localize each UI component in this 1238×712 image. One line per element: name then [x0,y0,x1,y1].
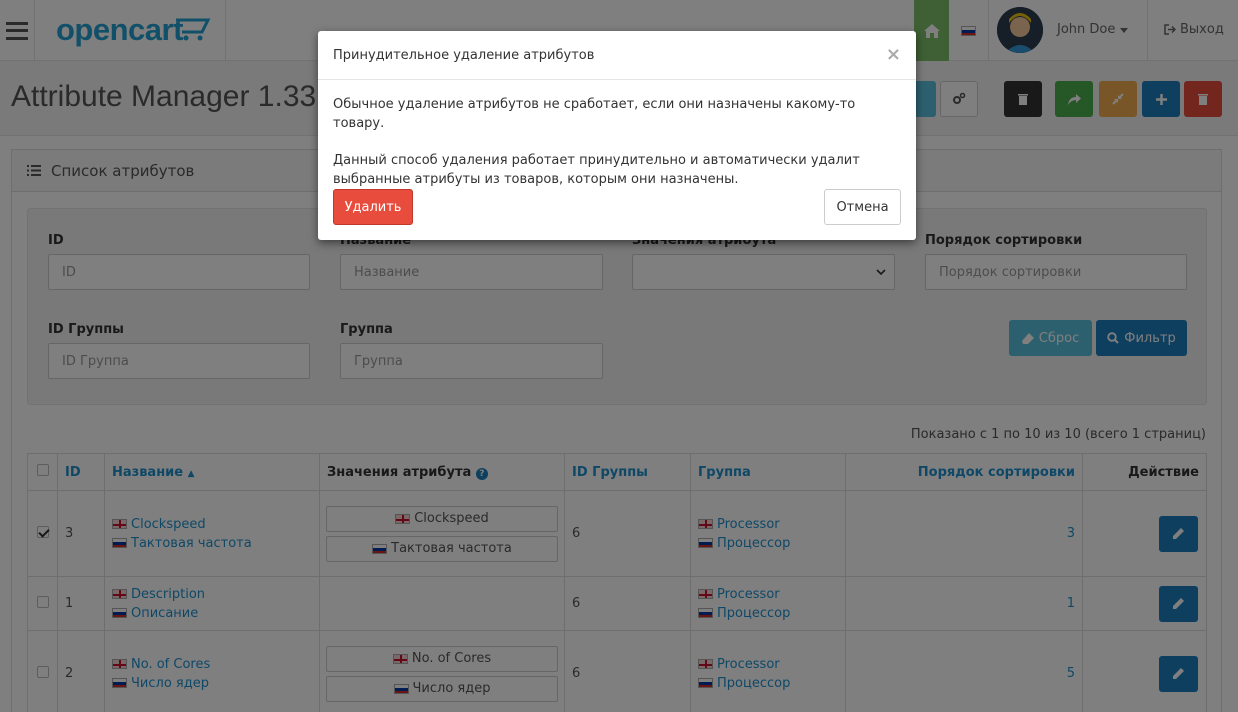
confirm-delete-button[interactable]: Удалить [333,189,413,225]
modal-header: Принудительное удаление атрибутов × [318,31,916,80]
force-delete-modal: Принудительное удаление атрибутов × Обыч… [318,31,916,240]
cancel-button[interactable]: Отмена [824,189,901,225]
modal-body: Обычное удаление атрибутов не сработает,… [318,80,916,204]
modal-title: Принудительное удаление атрибутов [333,47,595,63]
close-icon[interactable]: × [886,44,901,65]
modal-text-2: Данный способ удаления работает принудит… [333,153,860,187]
modal-text-1: Обычное удаление атрибутов не сработает,… [333,97,856,131]
